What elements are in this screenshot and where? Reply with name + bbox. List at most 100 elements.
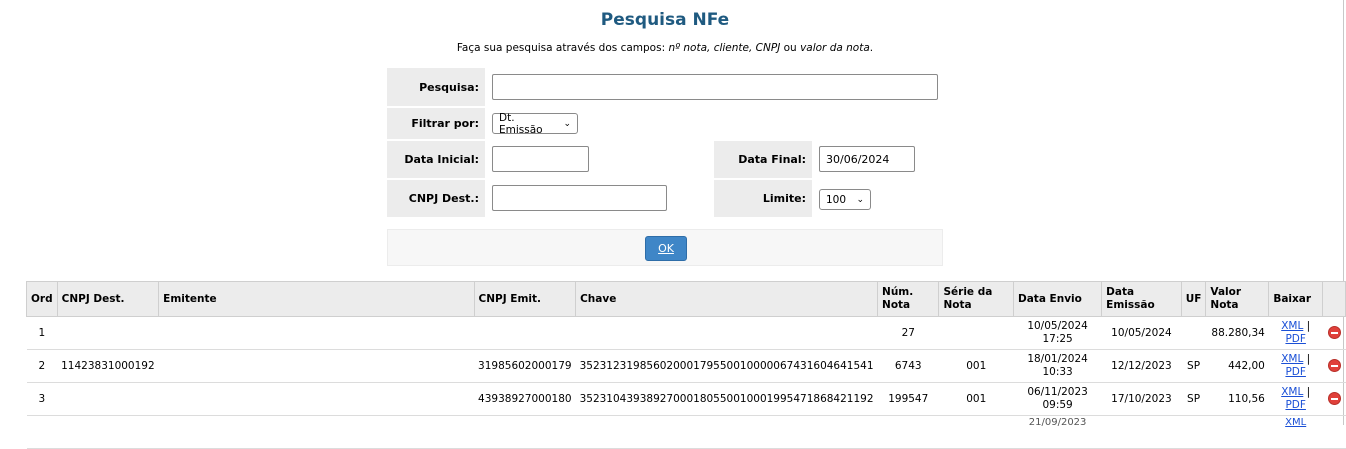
xml-link[interactable]: XML [1281,353,1303,365]
ok-button[interactable]: OK [645,236,687,261]
search-label: Pesquisa: [387,68,485,106]
cell-serie: 001 [938,382,1014,416]
filter-select-value: Dt. Emissão [499,111,543,136]
table-row: 3 43938927000180 35231043938927000180550… [26,382,1346,416]
col-data-envio[interactable]: Data Envio [1012,281,1103,317]
cell-ord: 3 [26,382,58,416]
cell-data-emissao: 12/12/2023 [1101,349,1182,383]
envio-date: 10/05/2024 [1027,320,1088,332]
subtitle-fields: nº nota, cliente, CNPJ [668,42,781,54]
chevron-down-icon: ⌄ [856,194,864,205]
remove-icon[interactable] [1327,359,1341,373]
partial-row-date: 21/09/2023 [1013,415,1102,449]
xml-link[interactable]: XML [1281,320,1303,332]
cell-baixar: XML | PDF [1268,349,1323,383]
xml-link[interactable]: XML [1285,417,1306,428]
remove-icon[interactable] [1327,326,1341,340]
results-table: Ord CNPJ Dest. Emitente CNPJ Emit. Chave… [26,281,1346,449]
cell-data-emissao: 17/10/2023 [1101,382,1182,416]
pdf-link[interactable]: PDF [1285,366,1305,378]
cell-num-nota: 6743 [877,349,939,383]
start-date-input[interactable] [492,146,589,172]
envio-date: 18/01/2024 [1027,353,1088,365]
table-row: 2 11423831000192 31985602000179 35231231… [26,349,1346,383]
cnpj-label: CNPJ Dest.: [387,180,485,217]
col-valor-line2: Nota [1210,299,1239,311]
cell-num-nota: 27 [877,316,939,350]
col-chave[interactable]: Chave [575,281,879,317]
remove-icon[interactable] [1327,392,1341,406]
link-separator: | [1306,320,1311,332]
cell-data-envio: 10/05/2024 17:25 [1013,316,1102,350]
cell-baixar: XML | PDF [1268,382,1323,416]
cell-uf: SP [1181,349,1206,383]
cell-remove [1322,316,1346,350]
col-data-emissao-line2: Emissão [1106,299,1155,311]
cell-remove [1322,382,1346,416]
col-uf[interactable]: UF [1180,281,1207,317]
cell-remove [1322,349,1346,383]
subtitle-end: . [869,42,874,54]
col-emitente[interactable]: Emitente [158,281,475,317]
cell-cnpj-dest: 11423831000192 [57,349,159,383]
cnpj-input[interactable] [492,185,667,211]
cell-serie [938,316,1014,350]
col-serie-line1: Série da [943,286,993,298]
cell-chave: 3523104393892700018055001000199547186842… [575,382,878,416]
cell-ord: 2 [26,349,58,383]
partial-row-xml: XML [1268,415,1323,449]
partial-row-spacer [1322,415,1346,449]
cell-data-envio: 18/01/2024 10:33 [1013,349,1102,383]
cell-emitente [158,349,475,383]
cell-cnpj-dest [57,316,159,350]
cell-cnpj-dest [57,382,159,416]
col-cnpj-emit[interactable]: CNPJ Emit. [473,281,577,317]
table-row: 1 27 10/05/2024 17:25 10/05/2024 88.280,3… [26,316,1346,350]
cell-cnpj-emit [474,316,576,350]
cell-uf: SP [1181,382,1206,416]
limit-select-value: 100 [826,193,847,206]
filter-label: Filtrar por: [387,108,485,139]
cell-emitente [158,382,475,416]
cell-baixar: XML | PDF [1268,316,1323,350]
link-separator: | [1306,353,1311,365]
page-title: Pesquisa NFe [600,10,730,30]
pdf-link[interactable]: PDF [1285,399,1305,411]
envio-time: 10:33 [1042,366,1073,378]
envio-time: 09:59 [1042,399,1073,411]
col-ord[interactable]: Ord [26,281,58,317]
end-date-label: Data Final: [714,141,812,178]
col-cnpj-dest[interactable]: CNPJ Dest. [56,281,160,317]
table-row-partial: 21/09/2023 XML [26,415,1346,449]
col-serie[interactable]: Série da Nota [938,281,1014,317]
submit-row: OK [387,229,943,266]
col-data-emissao[interactable]: Data Emissão [1101,281,1182,317]
cell-emitente [158,316,475,350]
col-num-nota[interactable]: Núm. Nota [877,281,940,317]
filter-select[interactable]: Dt. Emissão ⌄ [492,111,578,136]
cell-chave: 3523123198560200017955001000006743160464… [575,349,878,383]
cell-data-emissao: 10/05/2024 [1101,316,1182,350]
cell-ord: 1 [26,316,58,350]
col-valor-line1: Valor [1210,286,1242,298]
cell-cnpj-emit: 43938927000180 [474,382,576,416]
cell-chave [575,316,878,350]
col-valor[interactable]: Valor Nota [1205,281,1270,317]
cell-data-envio: 06/11/2023 09:59 [1013,382,1102,416]
search-input[interactable] [492,74,938,100]
end-date-input[interactable] [819,146,915,172]
search-form: Pesquisa: Filtrar por: Dt. Emissão ⌄ Data… [387,68,943,266]
pdf-link[interactable]: PDF [1285,333,1305,345]
envio-date: 06/11/2023 [1027,386,1088,398]
col-data-emissao-line1: Data [1106,286,1135,298]
table-header-row: Ord CNPJ Dest. Emitente CNPJ Emit. Chave… [26,281,1346,317]
col-num-nota-line2: Nota [882,299,911,311]
cell-uf [1181,316,1206,350]
envio-time: 17:25 [1042,333,1073,345]
limit-label: Limite: [714,180,812,217]
page-subtitle: Faça sua pesquisa através dos campos: nº… [0,42,1330,54]
cell-valor: 442,00 [1205,349,1269,383]
xml-link[interactable]: XML [1281,386,1303,398]
subtitle-last: valor da nota [800,42,870,54]
limit-select[interactable]: 100 ⌄ [819,189,871,210]
